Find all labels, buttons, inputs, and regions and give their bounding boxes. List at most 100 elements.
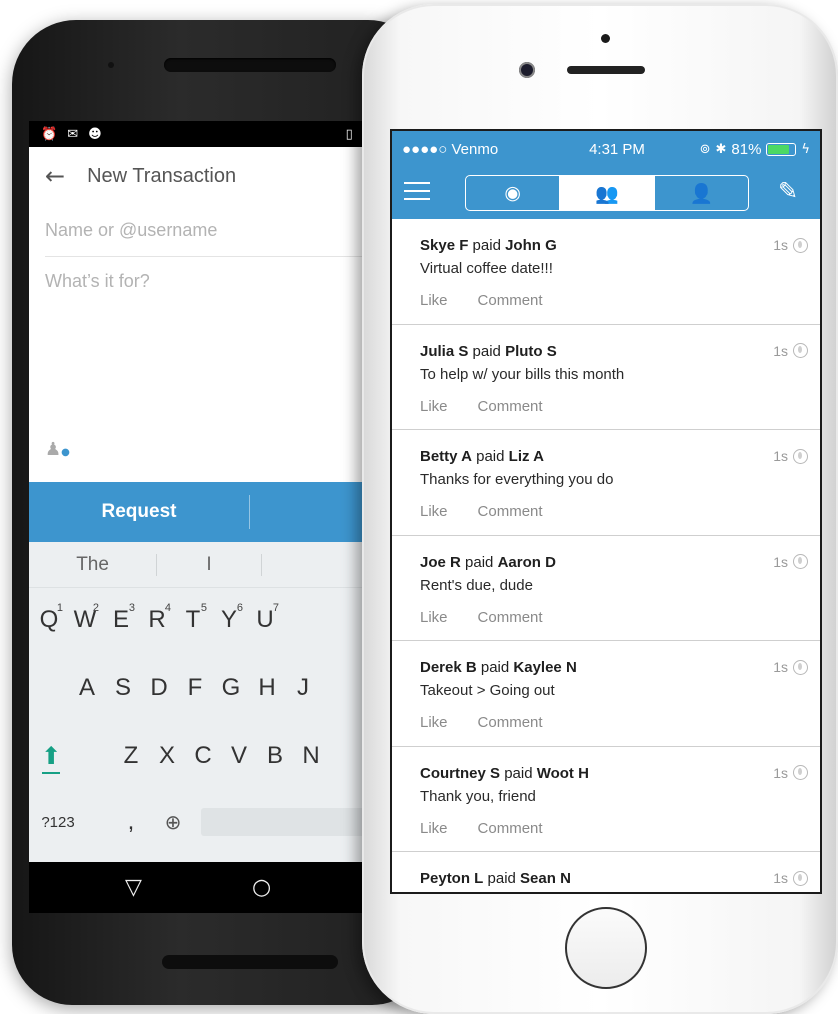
feed-item[interactable]: Peyton L paid Sean N 1s bbox=[392, 852, 820, 892]
payee-name[interactable]: Pluto S bbox=[505, 343, 557, 360]
charging-icon: ϟ bbox=[801, 141, 810, 157]
comment-button[interactable]: Comment bbox=[478, 609, 543, 626]
payment-headline: Derek B paid Kaylee N bbox=[420, 659, 796, 676]
key-x[interactable]: X bbox=[149, 728, 185, 784]
feed-actions: Like Comment bbox=[420, 714, 796, 731]
request-button[interactable]: Request bbox=[29, 482, 249, 542]
feed-item[interactable]: Courtney S paid Woot H Thank you, friend L… bbox=[392, 747, 820, 852]
key-n[interactable]: N bbox=[293, 728, 329, 784]
friends-icon[interactable]: 👥 bbox=[559, 176, 654, 210]
globe-icon[interactable]: ⊕ bbox=[155, 800, 191, 844]
suggestion-1[interactable]: The bbox=[29, 554, 156, 576]
key-q[interactable]: Q1 bbox=[31, 592, 67, 648]
paid-verb: paid bbox=[465, 553, 494, 571]
key-row-3: ⬆ Z X C V B N bbox=[29, 728, 389, 788]
back-triangle-icon[interactable]: ▽ bbox=[125, 875, 142, 900]
key-z[interactable]: Z bbox=[113, 728, 149, 784]
like-button[interactable]: Like bbox=[420, 398, 448, 415]
feed-meta: 1s bbox=[773, 554, 808, 570]
paid-verb: paid bbox=[472, 342, 501, 360]
payee-name[interactable]: Kaylee N bbox=[513, 659, 576, 676]
key-e[interactable]: E3 bbox=[103, 592, 139, 648]
payment-note: To help w/ your bills this month bbox=[420, 365, 625, 383]
feed-item[interactable]: Derek B paid Kaylee N Takeout > Going out… bbox=[392, 641, 820, 747]
like-button[interactable]: Like bbox=[420, 292, 448, 309]
arrow-left-icon[interactable]: ← bbox=[45, 162, 65, 190]
globe-icon[interactable]: ◉ bbox=[466, 176, 559, 210]
home-circle-icon[interactable]: ○ bbox=[252, 875, 271, 900]
recipient-input[interactable] bbox=[45, 220, 389, 241]
time-ago: 1s bbox=[773, 237, 788, 253]
feed-meta: 1s bbox=[773, 237, 808, 253]
like-button[interactable]: Like bbox=[420, 609, 448, 626]
key-r[interactable]: R4 bbox=[139, 592, 175, 648]
comma-key[interactable]: , bbox=[113, 800, 149, 844]
suggestion-2[interactable]: I bbox=[156, 553, 262, 576]
feed-item[interactable]: Skye F paid John G Virtual coffee date!!!… bbox=[392, 219, 820, 325]
key-v[interactable]: V bbox=[221, 728, 257, 784]
payer-name[interactable]: Joe R bbox=[420, 554, 461, 571]
feed-item[interactable]: Julia S paid Pluto S To help w/ your bill… bbox=[392, 325, 820, 430]
payer-name[interactable]: Julia S bbox=[420, 343, 468, 360]
payer-name[interactable]: Betty A bbox=[420, 448, 472, 465]
battery-percent: 81% bbox=[731, 140, 762, 158]
like-button[interactable]: Like bbox=[420, 714, 448, 731]
key-c[interactable]: C bbox=[185, 728, 221, 784]
like-button[interactable]: Like bbox=[420, 503, 448, 520]
public-globe-icon bbox=[793, 448, 808, 464]
feed-item[interactable]: Joe R paid Aaron D Rent's due, dude Like Co… bbox=[392, 536, 820, 641]
comment-button[interactable]: Comment bbox=[478, 292, 543, 309]
android-keyboard: The I Q1 W2 E3 R4 T5 Y6 U7 A S D F G H J… bbox=[29, 542, 389, 862]
symbols-key[interactable]: ?123 bbox=[35, 800, 81, 844]
feed-actions: Like Comment bbox=[420, 820, 796, 837]
payment-headline: Joe R paid Aaron D bbox=[420, 554, 796, 571]
key-t[interactable]: T5 bbox=[175, 592, 211, 648]
key-f[interactable]: F bbox=[177, 660, 213, 716]
payment-headline: Peyton L paid Sean N bbox=[420, 870, 796, 887]
feed-meta: 1s bbox=[773, 343, 808, 359]
key-h[interactable]: H bbox=[249, 660, 285, 716]
payee-name[interactable]: Liz A bbox=[509, 448, 544, 465]
memo-input[interactable] bbox=[45, 271, 389, 421]
carrier-label: ●●●●○ Venmo bbox=[402, 140, 499, 158]
key-u[interactable]: U7 bbox=[247, 592, 283, 648]
comment-button[interactable]: Comment bbox=[478, 820, 543, 837]
hamburger-menu-icon[interactable] bbox=[404, 180, 430, 202]
payer-name[interactable]: Courtney S bbox=[420, 765, 500, 782]
payee-name[interactable]: Aaron D bbox=[498, 554, 556, 571]
like-button[interactable]: Like bbox=[420, 820, 448, 837]
key-y[interactable]: Y6 bbox=[211, 592, 247, 648]
payer-name[interactable]: Skye F bbox=[420, 237, 468, 254]
payer-name[interactable]: Peyton L bbox=[420, 870, 483, 887]
key-g[interactable]: G bbox=[213, 660, 249, 716]
key-s[interactable]: S bbox=[105, 660, 141, 716]
shift-arrow-icon[interactable]: ⬆ bbox=[33, 728, 69, 784]
payee-name[interactable]: Woot H bbox=[537, 765, 589, 782]
home-button[interactable] bbox=[565, 907, 647, 989]
paid-verb: paid bbox=[487, 870, 516, 887]
compose-payment-icon[interactable]: ✎ bbox=[778, 177, 812, 209]
person-icon[interactable]: 👤 bbox=[653, 176, 748, 210]
contacts-icon[interactable]: ♟● bbox=[45, 439, 70, 460]
key-w[interactable]: W2 bbox=[67, 592, 103, 648]
payer-name[interactable]: Derek B bbox=[420, 659, 477, 676]
public-globe-icon bbox=[793, 765, 808, 780]
key-b[interactable]: B bbox=[257, 728, 293, 784]
feed-meta: 1s bbox=[773, 870, 808, 886]
feed-meta: 1s bbox=[773, 765, 808, 781]
space-key[interactable] bbox=[201, 808, 389, 836]
payment-headline: Julia S paid Pluto S bbox=[420, 343, 796, 360]
comment-button[interactable]: Comment bbox=[478, 398, 543, 415]
key-j[interactable]: J bbox=[285, 660, 321, 716]
transaction-action-bar: Request P bbox=[29, 482, 389, 542]
key-d[interactable]: D bbox=[141, 660, 177, 716]
comment-button[interactable]: Comment bbox=[478, 503, 543, 520]
payee-name[interactable]: John G bbox=[505, 237, 557, 254]
rotation-lock-icon: ⊚ bbox=[699, 141, 711, 157]
feed-item[interactable]: Betty A paid Liz A Thanks for everything … bbox=[392, 430, 820, 536]
payee-name[interactable]: Sean N bbox=[520, 870, 571, 887]
message-icon: ✉ bbox=[67, 126, 79, 142]
comment-button[interactable]: Comment bbox=[478, 714, 543, 731]
bluetooth-icon: ✱ bbox=[715, 141, 727, 157]
key-a[interactable]: A bbox=[69, 660, 105, 716]
